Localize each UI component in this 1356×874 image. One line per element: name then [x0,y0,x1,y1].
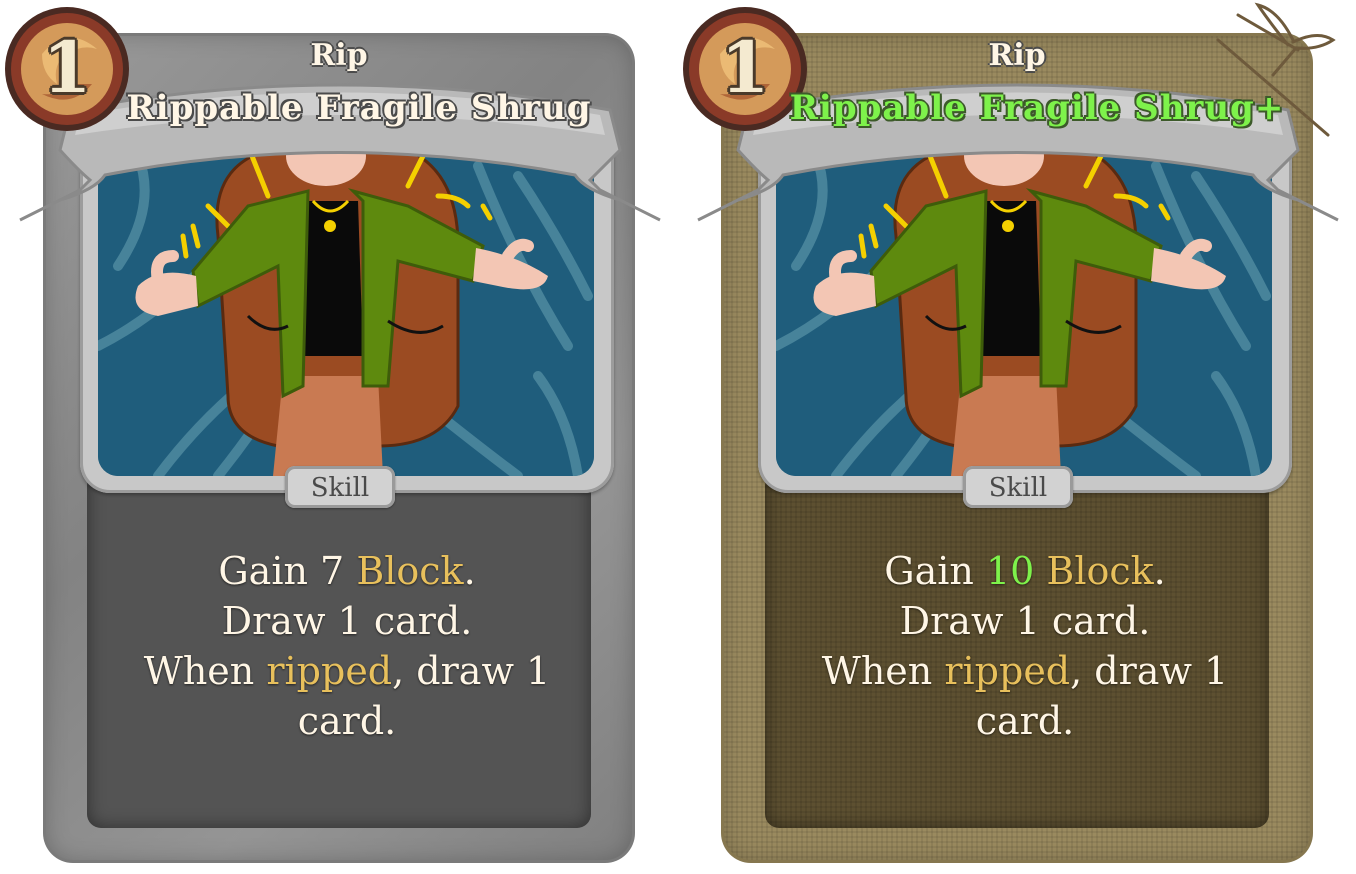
card-subtitle: Rip [988,38,1046,73]
card-description: Gain 7 Block. Draw 1 card. When ripped, … [87,546,607,746]
card-subtitle: Rip [310,38,368,73]
desc-line-1: Gain 10 Block. [884,549,1166,593]
keyword-ripped: ripped [944,649,1071,693]
card-upgraded[interactable]: 1 Rip Rippable Fragile Shrug+ Skill Gain… [678,0,1356,874]
desc-line-2: Draw 1 card. [221,599,473,643]
desc-line-4: card. [297,699,397,743]
card-title: Rippable Fragile Shrug+ [789,88,1285,128]
desc-line-1: Gain 7 Block. [218,549,476,593]
upgraded-amount: 10 [985,549,1035,593]
desc-line-2: Draw 1 card. [899,599,1151,643]
keyword-block: Block [1046,549,1154,593]
desc-line-3: When ripped, draw 1 [821,649,1229,693]
desc-line-4: card. [975,699,1075,743]
keyword-block: Block [356,549,464,593]
card-type: Skill [310,473,370,503]
keyword-ripped: ripped [266,649,393,693]
card-type: Skill [988,473,1048,503]
card-base[interactable]: 1 Rip Rippable Fragile Shrug Skill Gain … [0,0,678,874]
card-description: Gain 10 Block. Draw 1 card. When ripped,… [765,546,1285,746]
desc-line-3: When ripped, draw 1 [143,649,551,693]
card-title: Rippable Fragile Shrug [126,88,592,128]
